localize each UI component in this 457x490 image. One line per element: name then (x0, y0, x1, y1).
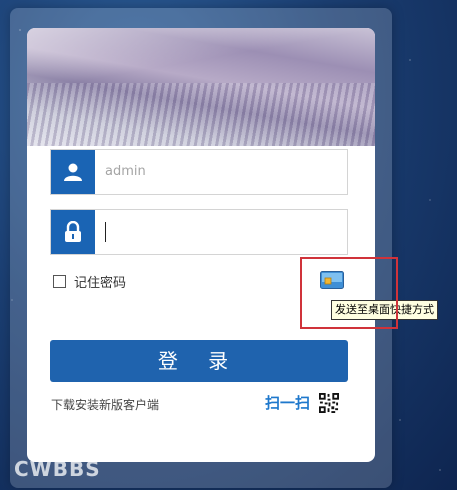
remember-label: 记住密码 (74, 276, 127, 291)
qr-code-icon[interactable] (319, 393, 339, 413)
username-input[interactable]: admin (105, 150, 339, 194)
password-field[interactable] (50, 209, 348, 255)
user-icon (51, 150, 95, 194)
banner-image (27, 28, 375, 146)
highlight-box (300, 257, 398, 329)
username-field[interactable]: admin (50, 149, 348, 195)
download-client-link[interactable]: 下载安装新版客户端 (51, 396, 159, 413)
scan-link[interactable]: 扫一扫 (265, 392, 310, 413)
watermark: CWBBS (14, 457, 101, 481)
remember-checkbox[interactable] (53, 275, 66, 288)
remember-password[interactable]: 记住密码 (53, 272, 126, 291)
lock-icon (51, 210, 95, 254)
login-button[interactable]: 登 录 (50, 340, 348, 382)
login-card: admin 记住密码 登 录 下载安装新版客户端 扫一扫 (27, 28, 375, 462)
password-input[interactable] (105, 210, 339, 254)
